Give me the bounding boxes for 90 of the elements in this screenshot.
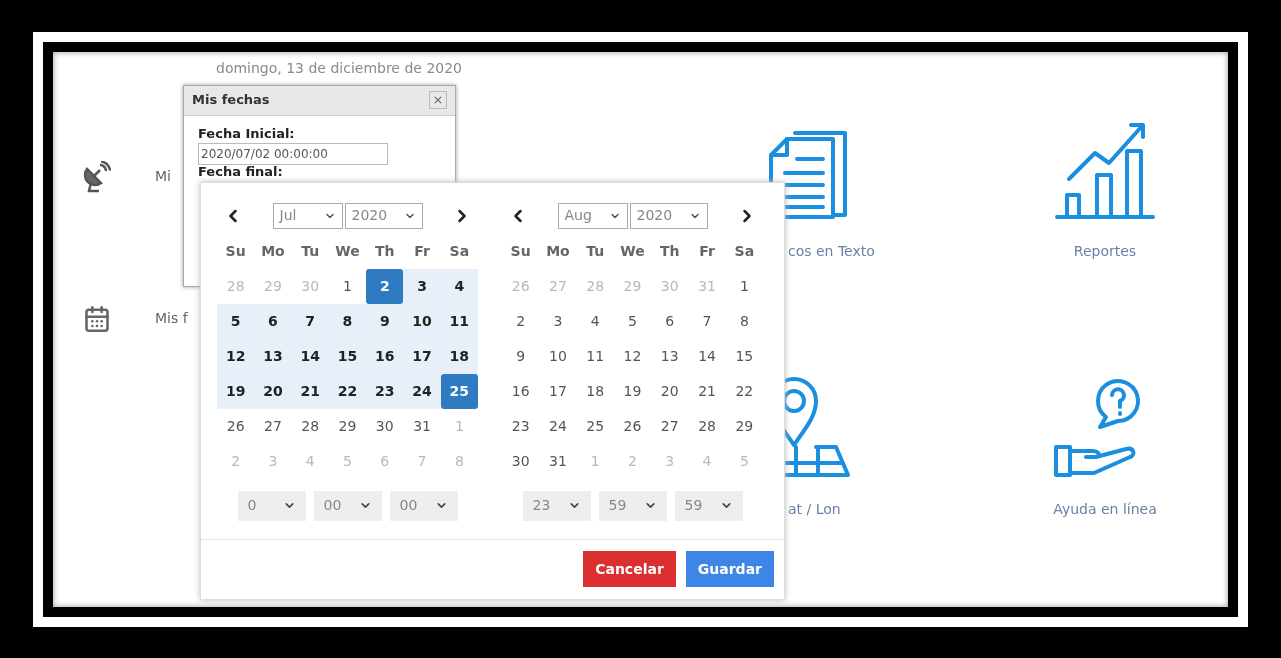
year-select[interactable]: 2020 (629, 202, 708, 229)
day-cell[interactable]: 9 (366, 303, 404, 339)
tile-label[interactable]: at / Lon (788, 498, 841, 520)
documents-icon (767, 128, 849, 221)
day-cell[interactable]: 1 (725, 268, 763, 304)
day-cell[interactable]: 31 (539, 443, 577, 479)
day-cell[interactable]: 26 (613, 408, 652, 444)
field-label: Fecha final: (198, 165, 284, 179)
save-button[interactable]: Guardar (685, 551, 774, 587)
day-cell[interactable]: 8 (725, 303, 763, 339)
day-cell[interactable]: 26 (217, 408, 255, 444)
weekday-label: Mo (545, 242, 571, 261)
day-cell[interactable]: 7 (688, 303, 726, 339)
weekday-label: Tu (585, 242, 606, 261)
cancel-button[interactable]: Cancelar (583, 551, 676, 587)
weekday-label: We (334, 242, 361, 261)
weekday-label: Mo (260, 242, 286, 261)
day-cell[interactable]: 4 (576, 303, 614, 339)
start-date-field[interactable]: 2020/07/02 00:00:00 (198, 143, 388, 165)
day-cell[interactable]: 2 (502, 303, 540, 339)
day-cell[interactable]: 10 (403, 303, 441, 339)
day-cell[interactable]: 12 (613, 338, 652, 374)
day-cell[interactable]: 3 (539, 303, 577, 339)
weekday-label: Su (509, 242, 532, 261)
day-cell[interactable]: 13 (651, 338, 689, 374)
day-cell[interactable]: 20 (651, 373, 689, 409)
tile-label[interactable]: cos en Texto (788, 240, 875, 262)
day-cell[interactable]: 30 (366, 408, 404, 444)
day-cell[interactable]: 6 (254, 303, 292, 339)
day-cell[interactable]: 24 (403, 373, 441, 409)
day-cell[interactable]: 24 (539, 408, 577, 444)
weekday-label: Tu (300, 242, 321, 261)
day-cell[interactable]: 4 (440, 268, 478, 304)
day-cell[interactable]: 23 (366, 373, 404, 409)
day-cell[interactable]: 18 (576, 373, 614, 409)
day-cell[interactable]: 17 (539, 373, 577, 409)
month-select[interactable]: Aug (557, 202, 628, 229)
day-cell[interactable]: 13 (254, 338, 292, 374)
tile-label[interactable]: Ayuda en línea (1053, 498, 1157, 520)
day-cell[interactable]: 28 (688, 408, 726, 444)
day-cell[interactable]: 11 (576, 338, 614, 374)
weekday-label: Su (224, 242, 247, 261)
day-cell[interactable]: 20 (254, 373, 292, 409)
weekday-label: Th (374, 242, 396, 261)
day-cell[interactable]: 16 (366, 338, 404, 374)
day-cell[interactable]: 30 (502, 443, 540, 479)
weekday-label: Fr (413, 242, 431, 261)
day-cell[interactable]: 7 (291, 303, 329, 339)
day-cell[interactable]: 23 (502, 408, 540, 444)
day-cell[interactable]: 3 (403, 268, 441, 304)
weekday-label: Sa (448, 242, 471, 261)
day-cell[interactable]: 6 (651, 303, 689, 339)
day-cell[interactable]: 16 (502, 373, 540, 409)
day-cell[interactable]: 17 (403, 338, 441, 374)
menu-link[interactable]: Mi (155, 166, 171, 187)
day-cell[interactable]: 2 (366, 268, 404, 304)
satellite-dish-icon (83, 160, 111, 193)
weekday-label: Fr (698, 242, 716, 261)
day-cell[interactable]: 12 (217, 338, 255, 374)
field-label: Fecha Inicial: (198, 124, 296, 143)
day-cell[interactable]: 8 (328, 303, 367, 339)
weekday-label: Sa (733, 242, 756, 261)
day-cell[interactable]: 27 (651, 408, 689, 444)
year-select[interactable]: 2020 (344, 202, 423, 229)
dialog-title: Mis fechas (192, 91, 270, 110)
day-cell[interactable]: 25 (576, 408, 614, 444)
day-cell[interactable]: 14 (688, 338, 726, 374)
weekday-label: Th (659, 242, 681, 261)
calendar-icon (83, 304, 111, 333)
day-cell[interactable]: 19 (217, 373, 255, 409)
day-cell[interactable]: 9 (502, 338, 540, 374)
day-cell[interactable]: 22 (725, 373, 763, 409)
day-cell[interactable]: 27 (254, 408, 292, 444)
day-cell[interactable]: 28 (291, 408, 329, 444)
day-cell[interactable]: 21 (688, 373, 726, 409)
day-cell[interactable]: 5 (217, 303, 255, 339)
close-button[interactable]: × (429, 91, 447, 109)
weekday-label: We (619, 242, 646, 261)
day-cell[interactable]: 15 (725, 338, 763, 374)
day-cell[interactable]: 5 (613, 303, 652, 339)
day-cell[interactable]: 1 (328, 268, 367, 304)
month-select[interactable]: Jul (272, 202, 343, 229)
day-cell[interactable]: 19 (613, 373, 652, 409)
day-cell[interactable]: 31 (403, 408, 441, 444)
date-text: domingo, 13 de diciembre de 2020 (215, 58, 463, 78)
day-cell[interactable]: 29 (725, 408, 763, 444)
menu-link[interactable]: Mis f (155, 308, 188, 329)
tile-label[interactable]: Reportes (1073, 240, 1137, 262)
day-cell[interactable]: 29 (328, 408, 367, 444)
day-cell[interactable]: 10 (539, 338, 577, 374)
